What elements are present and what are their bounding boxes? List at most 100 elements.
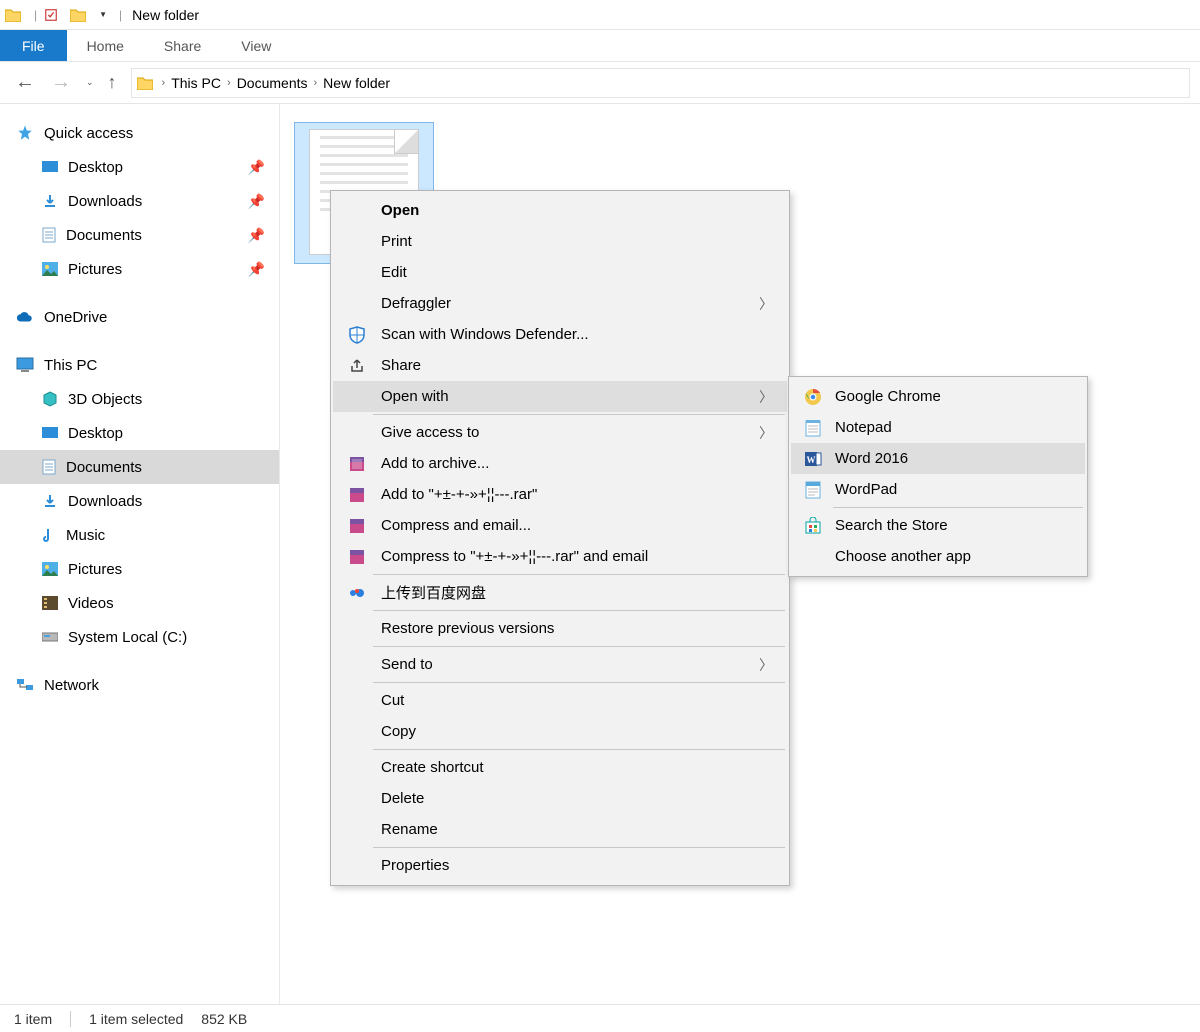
documents-icon [42, 459, 56, 475]
documents-icon [42, 227, 56, 243]
cloud-icon [16, 310, 34, 324]
qat-folder-icon[interactable] [69, 6, 87, 24]
sidebar-item-label: Documents [66, 459, 142, 476]
ctx-open[interactable]: Open [333, 195, 787, 226]
sidebar-system-local[interactable]: System Local (C:) [0, 620, 279, 654]
titlebar-separator: | [34, 8, 37, 22]
ctx-defraggler[interactable]: Defraggler〉 [333, 288, 787, 319]
pin-icon: 📌 [248, 159, 265, 176]
qat-save-icon[interactable] [43, 8, 59, 22]
status-size: 852 KB [201, 1011, 247, 1027]
sidebar-quick-access[interactable]: Quick access [0, 116, 279, 150]
sidebar-documents[interactable]: Documents 📌 [0, 218, 279, 252]
sidebar-item-label: Desktop [68, 159, 123, 176]
titlebar-separator-2: | [119, 8, 122, 22]
desktop-icon [42, 426, 58, 440]
share-icon [347, 356, 367, 376]
ctx-create-shortcut[interactable]: Create shortcut [333, 752, 787, 783]
pictures-icon [42, 562, 58, 576]
submenu-label: WordPad [835, 481, 897, 498]
sidebar-network[interactable]: Network [0, 668, 279, 702]
ctx-open-with[interactable]: Open with〉 [333, 381, 787, 412]
sidebar-desktop[interactable]: Desktop 📌 [0, 150, 279, 184]
status-bar: 1 item 1 item selected 852 KB [0, 1004, 1200, 1032]
qat-customize-icon[interactable]: ▼ [99, 10, 107, 19]
sidebar-videos[interactable]: Videos [0, 586, 279, 620]
ctx-add-archive[interactable]: Add to archive... [333, 448, 787, 479]
sidebar-3d-objects[interactable]: 3D Objects [0, 382, 279, 416]
star-icon [16, 124, 34, 142]
sidebar-item-label: Quick access [44, 125, 133, 142]
tab-view[interactable]: View [221, 30, 291, 61]
tab-file[interactable]: File [0, 30, 67, 61]
nav-up-button[interactable]: ↑ [108, 72, 117, 93]
pin-icon: 📌 [248, 261, 265, 278]
context-menu: Open Print Edit Defraggler〉 Scan with Wi… [330, 190, 790, 886]
sidebar-documents-active[interactable]: Documents [0, 450, 279, 484]
winrar-icon [347, 516, 367, 536]
ctx-baidu[interactable]: 上传到百度网盘 [333, 577, 787, 608]
notepad-icon [803, 418, 823, 438]
ctx-cut[interactable]: Cut [333, 685, 787, 716]
downloads-icon [42, 493, 58, 509]
submenu-word[interactable]: W Word 2016 [791, 443, 1085, 474]
ctx-give-access[interactable]: Give access to〉 [333, 417, 787, 448]
ctx-send-to[interactable]: Send to〉 [333, 649, 787, 680]
sidebar-item-label: Network [44, 677, 99, 694]
tab-share[interactable]: Share [144, 30, 221, 61]
chevron-right-icon: 〉 [759, 423, 773, 443]
breadcrumb-documents[interactable]: Documents [237, 75, 308, 91]
submenu-wordpad[interactable]: WordPad [791, 474, 1085, 505]
sidebar-item-label: 3D Objects [68, 391, 142, 408]
3d-objects-icon [42, 391, 58, 407]
sidebar-desktop-2[interactable]: Desktop [0, 416, 279, 450]
sidebar-onedrive[interactable]: OneDrive [0, 300, 279, 334]
submenu-choose-another[interactable]: Choose another app [791, 541, 1085, 572]
sidebar-pictures-2[interactable]: Pictures [0, 552, 279, 586]
defender-icon [347, 325, 367, 345]
sidebar-downloads-2[interactable]: Downloads [0, 484, 279, 518]
submenu-notepad[interactable]: Notepad [791, 412, 1085, 443]
submenu-separator [833, 507, 1083, 508]
breadcrumb-this-pc[interactable]: This PC [171, 75, 221, 91]
sidebar-downloads[interactable]: Downloads 📌 [0, 184, 279, 218]
ctx-share[interactable]: Share [333, 350, 787, 381]
ctx-print[interactable]: Print [333, 226, 787, 257]
ctx-add-to-rar[interactable]: Add to "+±-+-»+¦¦---.rar" [333, 479, 787, 510]
ctx-properties[interactable]: Properties [333, 850, 787, 881]
ctx-separator [373, 682, 785, 683]
ctx-scan-defender[interactable]: Scan with Windows Defender... [333, 319, 787, 350]
submenu-chrome[interactable]: Google Chrome [791, 381, 1085, 412]
sidebar-item-label: Documents [66, 227, 142, 244]
ctx-restore-versions[interactable]: Restore previous versions [333, 613, 787, 644]
status-selection: 1 item selected [89, 1011, 183, 1027]
ctx-copy[interactable]: Copy [333, 716, 787, 747]
ctx-rename[interactable]: Rename [333, 814, 787, 845]
ctx-delete[interactable]: Delete [333, 783, 787, 814]
nav-back-button[interactable]: ← [14, 72, 36, 94]
title-bar: | ▼ | New folder [0, 0, 1200, 30]
nav-history-dropdown[interactable]: ⌄ [86, 77, 94, 88]
submenu-label: Notepad [835, 419, 892, 436]
drive-icon [42, 631, 58, 643]
chevron-right-icon: 〉 [759, 655, 773, 675]
ctx-edit[interactable]: Edit [333, 257, 787, 288]
pictures-icon [42, 262, 58, 276]
breadcrumb-new-folder[interactable]: New folder [323, 75, 390, 91]
nav-forward-button[interactable]: → [50, 72, 72, 94]
tab-home[interactable]: Home [67, 30, 144, 61]
winrar-icon [347, 454, 367, 474]
pin-icon: 📌 [248, 193, 265, 210]
sidebar-this-pc[interactable]: This PC [0, 348, 279, 382]
sidebar-music[interactable]: Music [0, 518, 279, 552]
sidebar-pictures[interactable]: Pictures 📌 [0, 252, 279, 286]
submenu-label: Google Chrome [835, 388, 941, 405]
word-icon: W [803, 449, 823, 469]
breadcrumb[interactable]: › This PC › Documents › New folder [131, 68, 1190, 98]
ctx-compress-to-rar-email[interactable]: Compress to "+±-+-»+¦¦---.rar" and email [333, 541, 787, 572]
ctx-compress-email[interactable]: Compress and email... [333, 510, 787, 541]
ctx-separator [373, 574, 785, 575]
navigation-pane: Quick access Desktop 📌 Downloads 📌 Docum… [0, 104, 280, 1004]
submenu-search-store[interactable]: Search the Store [791, 510, 1085, 541]
videos-icon [42, 596, 58, 610]
